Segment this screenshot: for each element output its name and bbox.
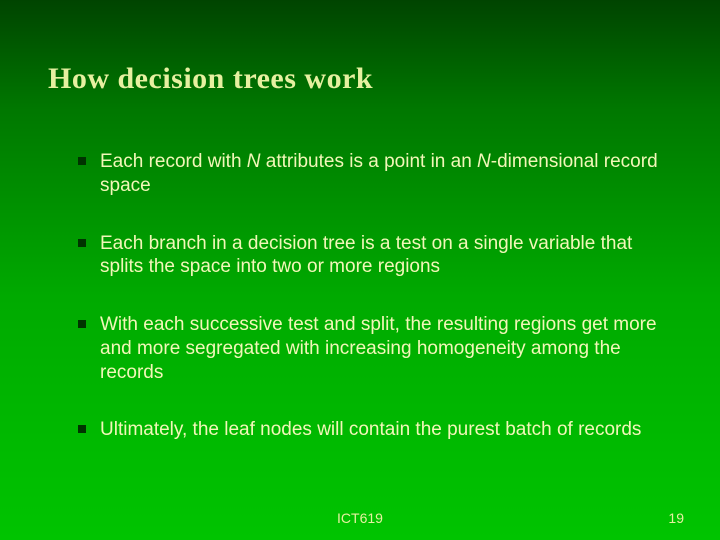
bullet-marker-icon xyxy=(78,320,86,328)
bullet-marker-icon xyxy=(78,157,86,165)
bullet-text: Ultimately, the leaf nodes will contain … xyxy=(100,418,670,442)
bullet-item: Each branch in a decision tree is a test… xyxy=(78,232,670,280)
text-segment: With each successive test and split, the… xyxy=(100,314,657,383)
page-number: 19 xyxy=(668,510,684,526)
text-segment: Each branch in a decision tree is a test… xyxy=(100,233,632,278)
text-segment: Each record with xyxy=(100,151,247,172)
slide-title: How decision trees work xyxy=(48,62,373,96)
footer-label: ICT619 xyxy=(0,510,720,526)
bullet-item: With each successive test and split, the… xyxy=(78,313,670,384)
bullet-text: With each successive test and split, the… xyxy=(100,313,670,384)
slide: How decision trees work Each record with… xyxy=(0,0,720,540)
bullet-item: Each record with N attributes is a point… xyxy=(78,150,670,198)
italic-text: N xyxy=(247,151,261,172)
text-segment: attributes is a point in an xyxy=(261,151,478,172)
bullet-item: Ultimately, the leaf nodes will contain … xyxy=(78,418,670,442)
text-segment: Ultimately, the leaf nodes will contain … xyxy=(100,419,641,440)
italic-text: N xyxy=(477,151,491,172)
bullet-marker-icon xyxy=(78,425,86,433)
slide-body: Each record with N attributes is a point… xyxy=(78,150,670,476)
bullet-text: Each record with N attributes is a point… xyxy=(100,150,670,198)
bullet-text: Each branch in a decision tree is a test… xyxy=(100,232,670,280)
bullet-marker-icon xyxy=(78,239,86,247)
